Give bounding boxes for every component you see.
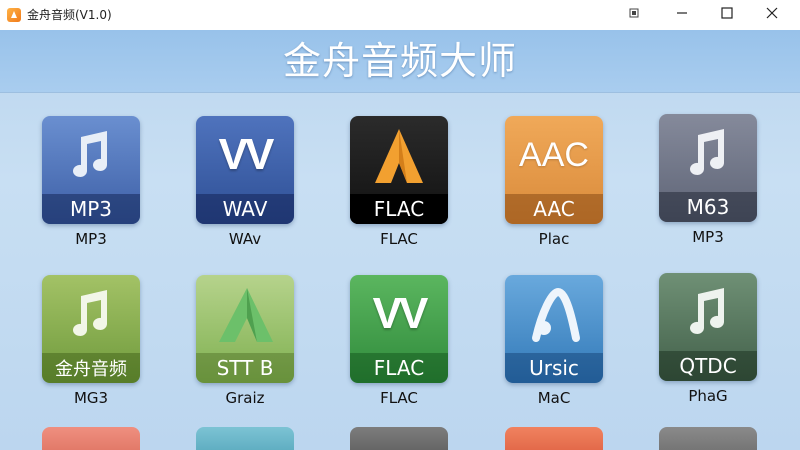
wave-w-icon: VV <box>372 289 429 338</box>
format-tile-mg3[interactable]: 金舟音频 MG3 <box>42 275 142 407</box>
format-tile-icon: VV FLAC <box>350 275 448 383</box>
maximize-icon <box>721 7 733 19</box>
format-tile-icon: 金舟音频 <box>42 275 140 383</box>
title-bar: 金舟音频(V1.0) <box>0 0 800 31</box>
format-tile-icon: FLAC <box>350 116 448 224</box>
format-tile-band: FLAC <box>350 353 448 383</box>
format-tile-band: QTDC <box>659 351 757 381</box>
format-tile-aac[interactable]: AAC AAC Plac <box>505 116 605 248</box>
mini-mode-icon <box>629 8 639 18</box>
format-tile-flac-2[interactable]: VV FLAC FLAC <box>350 275 450 407</box>
format-tile-wav[interactable]: VV WAV WAv <box>196 116 296 248</box>
format-tile-partial[interactable] <box>42 427 140 450</box>
format-tile-caption: MaC <box>537 389 571 407</box>
format-tile-mp3[interactable]: MP3 MP3 <box>42 116 142 248</box>
format-tile-partial[interactable] <box>505 427 603 450</box>
app-logo-icon <box>7 8 21 22</box>
app-title: 金舟音频大师 <box>282 39 517 83</box>
format-tile-caption: FLAC <box>380 389 418 407</box>
minimize-button[interactable] <box>660 0 704 26</box>
format-tile-caption: MG3 <box>73 389 109 407</box>
format-tile-caption: MP3 <box>692 228 724 246</box>
format-tile-band: AAC <box>505 194 603 224</box>
format-tile-m63[interactable]: M63 MP3 <box>659 114 759 246</box>
format-tile-icon: Ursic <box>505 275 603 383</box>
music-note-icon <box>42 275 140 353</box>
format-tile-band: FLAC <box>350 194 448 224</box>
flac-a-icon <box>350 116 448 194</box>
format-tile-icon: STT B <box>196 275 294 383</box>
format-tile-caption: MP3 <box>75 230 107 248</box>
app-window: 金舟音频(V1.0) 金舟音频大师 MP3 MP3 VV WAV WAv FLA… <box>0 0 800 450</box>
app-header: 金舟音频大师 <box>0 30 800 93</box>
format-tile-caption: Plac <box>538 230 570 248</box>
format-tile-band: Ursic <box>505 353 603 383</box>
format-tile-partial[interactable] <box>350 427 448 450</box>
format-tile-flac[interactable]: FLAC FLAC <box>350 116 450 248</box>
format-tile-band: WAV <box>196 194 294 224</box>
format-tile-icon: QTDC <box>659 273 757 381</box>
format-tile-graiz[interactable]: STT B Graiz <box>196 275 296 407</box>
minimize-icon <box>677 12 687 14</box>
music-note-icon <box>42 116 140 194</box>
format-tile-partial[interactable] <box>659 427 757 450</box>
format-tile-band: STT B <box>196 353 294 383</box>
format-tile-icon: M63 <box>659 114 757 222</box>
triangle-a-icon <box>196 275 294 353</box>
format-tile-caption: FLAC <box>380 230 418 248</box>
window-title: 金舟音频(V1.0) <box>27 8 112 22</box>
mini-mode-button[interactable] <box>616 0 652 26</box>
format-tile-icon: VV WAV <box>196 116 294 224</box>
format-tile-icon: AAC AAC <box>505 116 603 224</box>
format-tile-mac[interactable]: Ursic MaC <box>505 275 605 407</box>
aac-text-icon: AAC <box>519 135 589 174</box>
format-tile-phag[interactable]: QTDC PhaG <box>659 273 759 405</box>
a-swirl-icon <box>505 275 603 353</box>
format-tile-caption: Graiz <box>225 389 265 407</box>
format-tile-icon: MP3 <box>42 116 140 224</box>
close-button[interactable] <box>750 0 794 26</box>
format-tile-caption: PhaG <box>688 387 728 405</box>
music-note-icon <box>659 273 757 351</box>
format-grid: MP3 MP3 VV WAV WAv FLAC FLAC AAC AAC Pla… <box>0 92 800 450</box>
music-note-icon <box>659 114 757 192</box>
format-tile-band: 金舟音频 <box>42 353 140 383</box>
format-tile-band: MP3 <box>42 194 140 224</box>
close-icon <box>766 7 778 19</box>
format-tile-partial[interactable] <box>196 427 294 450</box>
format-tile-caption: WAv <box>228 230 262 248</box>
format-tile-band: M63 <box>659 192 757 222</box>
maximize-button[interactable] <box>705 0 749 26</box>
wave-w-icon: VV <box>218 130 275 179</box>
